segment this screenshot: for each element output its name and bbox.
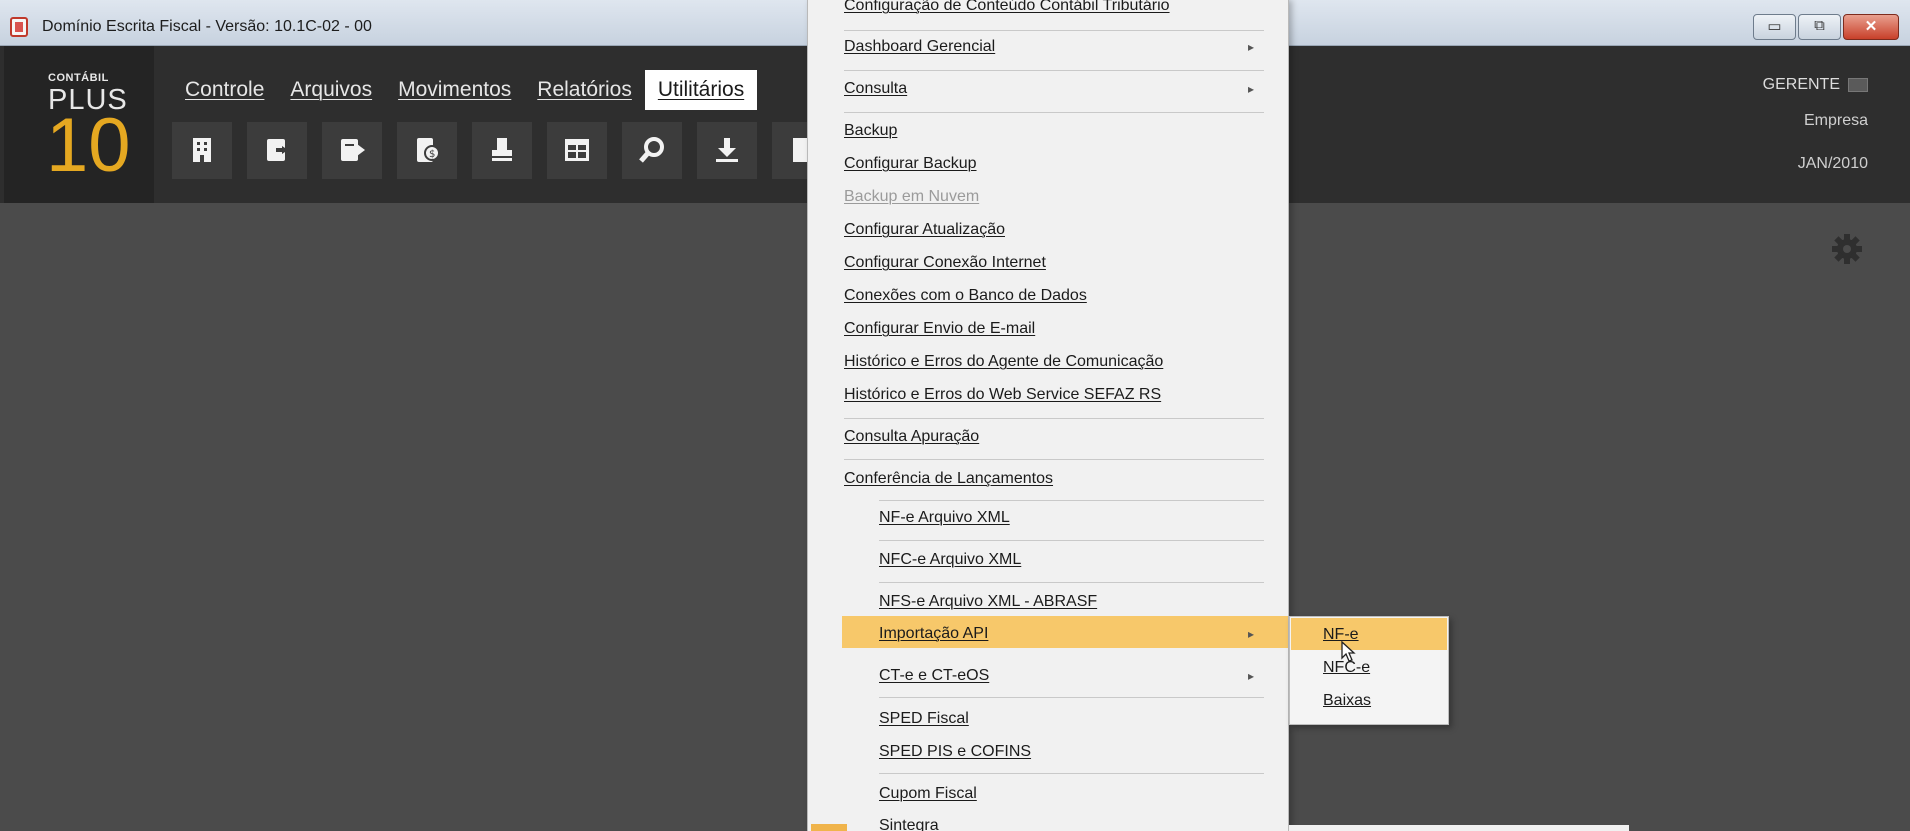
menu-separator: [879, 697, 1264, 698]
user-info: GERENTE Empresa JAN/2010: [1763, 76, 1868, 173]
menu-separator: [844, 459, 1264, 460]
document-out-icon: [341, 139, 365, 161]
menu-separator: [844, 70, 1264, 71]
minimize-icon: ▭: [1767, 18, 1782, 35]
menu-item-cupom[interactable]: Cupom Fiscal: [879, 785, 977, 803]
table-icon: [565, 139, 589, 161]
menu-item-backup[interactable]: Backup: [844, 122, 897, 140]
menu-item-config-atualizacao[interactable]: Configurar Atualização: [844, 221, 1005, 239]
menu-item-conferencia[interactable]: Conferência de Lançamentos: [844, 470, 1053, 488]
toolbar: $: [172, 122, 832, 179]
menu-item-backup-nuvem: Backup em Nuvem: [844, 188, 980, 205]
menu-separator: [879, 773, 1264, 774]
menu-separator: [879, 582, 1264, 583]
submenu-arrow-icon: ▸: [1248, 669, 1255, 683]
menu-separator: [879, 540, 1264, 541]
menu-bottom-accent: [811, 824, 847, 831]
gear-icon[interactable]: [1830, 232, 1864, 271]
menu-item-hist-agente[interactable]: Histórico e Erros do Agente de Comunicaç…: [844, 353, 1163, 371]
menu-arquivos[interactable]: Arquivos: [277, 70, 385, 110]
company-link[interactable]: Empresa: [1763, 112, 1868, 130]
menu-separator: [879, 500, 1264, 501]
menu-relatorios[interactable]: Relatórios: [524, 70, 645, 110]
menu-item-nfce-xml[interactable]: NFC-e Arquivo XML: [879, 551, 1021, 569]
toolbar-table-button[interactable]: [547, 122, 607, 179]
menu-item-sped-pis[interactable]: SPED PIS e COFINS: [879, 743, 1031, 761]
stamp-icon: [492, 138, 512, 161]
menu-item-sintegra[interactable]: Sintegra: [879, 817, 939, 831]
toolbar-money-document-button[interactable]: $: [397, 122, 457, 179]
toolbar-stamp-button[interactable]: [472, 122, 532, 179]
menu-item-sped-fiscal[interactable]: SPED Fiscal: [879, 710, 969, 728]
menu-bottom-edge: [1289, 825, 1629, 831]
menu-item-config-conexao[interactable]: Configurar Conexão Internet: [844, 254, 1046, 272]
logo-number: 10: [46, 103, 131, 188]
minimize-button[interactable]: ▭: [1753, 14, 1796, 40]
mail-icon[interactable]: [1848, 77, 1868, 92]
building-icon: [193, 138, 211, 162]
submenu-arrow-icon: ▸: [1248, 627, 1255, 641]
window-title: Domínio Escrita Fiscal - Versão: 10.1C-0…: [42, 18, 372, 35]
mouse-cursor-icon: [1338, 640, 1358, 671]
menu-movimentos[interactable]: Movimentos: [385, 70, 524, 110]
maximize-button[interactable]: ⧉: [1798, 14, 1841, 40]
app-icon: [10, 17, 28, 37]
money-document-icon: $: [417, 138, 440, 162]
menu-item-consulta-apuracao[interactable]: Consulta Apuração: [844, 428, 979, 446]
submenu-arrow-icon: ▸: [1248, 82, 1255, 96]
menu-item-nfse-xml[interactable]: NFS-e Arquivo XML - ABRASF: [879, 593, 1097, 611]
menu-separator: [844, 30, 1264, 31]
period-label[interactable]: JAN/2010: [1763, 155, 1868, 173]
restore-icon: ⧉: [1814, 17, 1825, 34]
user-name: GERENTE: [1762, 76, 1840, 93]
menu-item-consulta[interactable]: Consulta: [844, 80, 907, 98]
menu-item-hist-sefaz[interactable]: Histórico e Erros do Web Service SEFAZ R…: [844, 386, 1161, 404]
menu-item-importacao-api-label: Importação API: [879, 625, 989, 642]
utilitarios-dropdown: Configuração de Conteúdo Contábil Tribut…: [807, 0, 1289, 831]
toolbar-document-in-button[interactable]: [247, 122, 307, 179]
logo-line1: CONTÁBIL: [48, 72, 109, 84]
menu-utilitarios[interactable]: Utilitários: [644, 70, 758, 110]
submenu-item-baixas[interactable]: Baixas: [1323, 692, 1371, 710]
menu-separator: [844, 112, 1264, 113]
close-icon: ✕: [1864, 18, 1878, 35]
menu-item-cte[interactable]: CT-e e CT-eOS: [879, 667, 989, 685]
menu-item-conexoes-bd[interactable]: Conexões com o Banco de Dados: [844, 287, 1087, 305]
menu-controle[interactable]: Controle: [172, 70, 277, 110]
search-icon: [639, 137, 664, 163]
menu-item-nfe-xml[interactable]: NF-e Arquivo XML: [879, 509, 1010, 527]
logo: CONTÁBIL PLUS 10: [4, 46, 154, 203]
download-icon: [716, 138, 738, 162]
document-in-icon: [267, 139, 288, 161]
menu-separator: [844, 418, 1264, 419]
svg-text:$: $: [429, 149, 435, 160]
close-button[interactable]: ✕: [1843, 14, 1899, 40]
toolbar-download-button[interactable]: [697, 122, 757, 179]
submenu-arrow-icon: ▸: [1248, 40, 1255, 54]
toolbar-search-button[interactable]: [622, 122, 682, 179]
importacao-api-submenu: NF-e NFC-e Baixas: [1289, 616, 1449, 725]
toolbar-building-button[interactable]: [172, 122, 232, 179]
toolbar-document-out-button[interactable]: [322, 122, 382, 179]
menu-item-config-backup[interactable]: Configurar Backup: [844, 155, 977, 173]
submenu-highlight: [1291, 618, 1447, 650]
menu-item-config-email[interactable]: Configurar Envio de E-mail: [844, 320, 1035, 338]
menu-item-dashboard[interactable]: Dashboard Gerencial: [844, 38, 995, 56]
main-menu-bar: Controle Arquivos Movimentos Relatórios …: [172, 70, 758, 110]
menu-item-config-conteudo[interactable]: Configuração de Conteúdo Contábil Tribut…: [844, 0, 1170, 15]
